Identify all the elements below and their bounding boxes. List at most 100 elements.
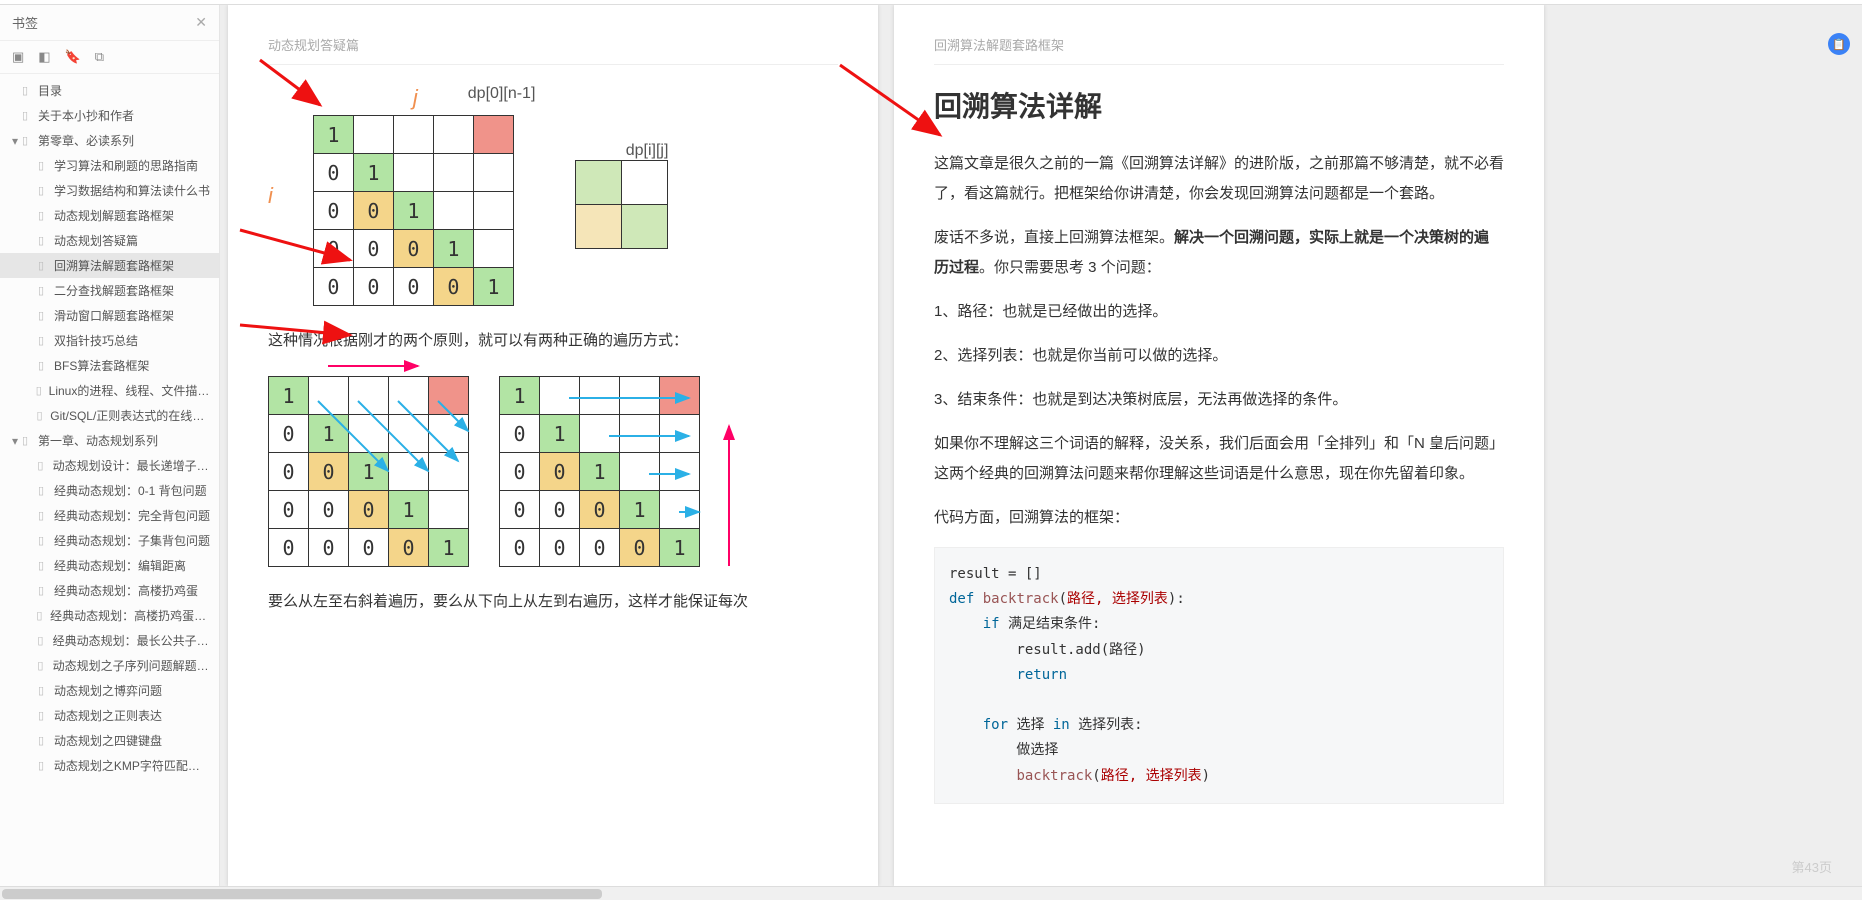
grid-2a: 101001000100001 [268, 376, 469, 567]
right-p2a: 废话不多说，直接上回溯算法框架。 [934, 229, 1174, 246]
i-axis-label: i [268, 183, 273, 209]
page-left: 动态规划答疑篇 i j dp[0][n-1] 101001000100001 d… [228, 5, 878, 886]
right-title: 回溯算法详解 [934, 85, 1504, 125]
scrollbar-thumb[interactable] [2, 889, 602, 899]
outline-item-label: 动态规划之四键键盘 [54, 732, 162, 749]
outline-item-label: 目录 [38, 82, 62, 99]
help-badge-icon[interactable]: 📋 [1828, 33, 1850, 55]
page-left-header: 动态规划答疑篇 [268, 35, 838, 65]
code-block: result = [] def backtrack(路径, 选择列表): if … [934, 547, 1504, 804]
outline-item-label: 第零章、必读系列 [38, 132, 134, 149]
bookmark-icon[interactable]: 🔖 [65, 49, 81, 65]
horizontal-scrollbar[interactable] [0, 886, 1862, 900]
outline-item[interactable]: ▯BFS算法套路框架 [0, 353, 219, 378]
main-grid-wrap: j dp[0][n-1] 101001000100001 [313, 85, 536, 306]
outline-item-label: 第一章、动态规划系列 [38, 432, 158, 449]
outline-item-label: 动态规划之子序列问题解题模板 [53, 657, 211, 674]
diagram-row-2: 101001000100001 101001000100001 [268, 376, 838, 567]
outline-item[interactable]: ▯动态规划之四键键盘 [0, 728, 219, 753]
close-icon[interactable]: ✕ [195, 14, 207, 31]
outline-item[interactable]: ▯动态规划之博弈问题 [0, 678, 219, 703]
outline-item-label: 经典动态规划：高楼扔鸡蛋（进阶） [50, 607, 211, 624]
right-p4: 代码方面，回溯算法的框架： [934, 503, 1504, 533]
outline-item[interactable]: ▯经典动态规划：编辑距离 [0, 553, 219, 578]
outline-item[interactable]: ▯关于本小抄和作者 [0, 103, 219, 128]
right-p2c: 。你只需要思考 3 个问题： [979, 259, 1161, 276]
outline-item-label: 二分查找解题套路框架 [54, 282, 174, 299]
right-p1: 这篇文章是很久之前的一篇《回溯算法详解》的进阶版，之前那篇不够清楚，就不必看了，… [934, 149, 1504, 209]
outline-item-label: 关于本小抄和作者 [38, 107, 134, 124]
sidebar-toolbar: ▣ ◧ 🔖 ⧉ [0, 41, 219, 74]
outline-item-label: 动态规划答疑篇 [54, 232, 138, 249]
outline-item[interactable]: ▯双指针技巧总结 [0, 328, 219, 353]
outline-item[interactable]: ▯Git/SQL/正则表达式的在线练习平台 [0, 403, 219, 428]
attach-icon[interactable]: ⧉ [95, 49, 104, 65]
outline-item[interactable]: ▯动态规划之子序列问题解题模板 [0, 653, 219, 678]
right-li2: 2、选择列表：也就是你当前可以做的选择。 [934, 341, 1504, 371]
outline-item[interactable]: ▯经典动态规划：高楼扔鸡蛋（进阶） [0, 603, 219, 628]
left-para-2: 要么从左至右斜着遍历，要么从下向上从左到右遍历，这样才能保证每次 [268, 587, 838, 617]
outline-item[interactable]: ▯动态规划之正则表达 [0, 703, 219, 728]
right-li3: 3、结束条件：也就是到达决策树底层，无法再做选择的条件。 [934, 385, 1504, 415]
outline-item-label: 经典动态规划：完全背包问题 [54, 507, 210, 524]
outline-item[interactable]: ▯动态规划解题套路框架 [0, 203, 219, 228]
outline-item-label: 经典动态规划：最长公共子序列 [53, 632, 211, 649]
sidebar-title: 书签 [12, 13, 38, 32]
outline-item[interactable]: ▯经典动态规划：0-1 背包问题 [0, 478, 219, 503]
page-right: 回溯算法解题套路框架 回溯算法详解 这篇文章是很久之前的一篇《回溯算法详解》的进… [894, 5, 1544, 886]
outline-item[interactable]: ▯回溯算法解题套路框架 [0, 253, 219, 278]
outline-item[interactable]: ▯经典动态规划：最长公共子序列 [0, 628, 219, 653]
right-li1: 1、路径：也就是已经做出的选择。 [934, 297, 1504, 327]
outline-icon[interactable]: ▣ [12, 49, 24, 65]
pages-viewport[interactable]: 动态规划答疑篇 i j dp[0][n-1] 101001000100001 d… [220, 5, 1862, 886]
outline-item[interactable]: ▯动态规划答疑篇 [0, 228, 219, 253]
grid2a-wrap: 101001000100001 [268, 376, 469, 567]
j-axis-label: j [413, 85, 418, 111]
outline-item-label: 动态规划解题套路框架 [54, 207, 174, 224]
outline-item[interactable]: ▯经典动态规划：子集背包问题 [0, 528, 219, 553]
right-p3: 如果你不理解这三个词语的解释，没关系，我们后面会用「全排列」和「N 皇后问题」这… [934, 429, 1504, 489]
outline-item-label: Linux的进程、线程、文件描述符是什… [49, 382, 211, 399]
outline-item-label: 动态规划设计：最长递增子序列 [53, 457, 211, 474]
page-number-button[interactable]: 第43页 [1792, 857, 1832, 876]
outline-item-label: 学习算法和刷题的思路指南 [54, 157, 198, 174]
sidebar-header: 书签 ✕ [0, 5, 219, 41]
outline-item-label: BFS算法套路框架 [54, 357, 149, 374]
outline-item-label: 滑动窗口解题套路框架 [54, 307, 174, 324]
grid-2b: 101001000100001 [499, 376, 700, 567]
diagram-row-1: i j dp[0][n-1] 101001000100001 dp[i][j] [268, 85, 838, 306]
thumbnail-icon[interactable]: ◧ [38, 49, 50, 65]
outline-item-label: 学习数据结构和算法读什么书 [54, 182, 210, 199]
page-right-header: 回溯算法解题套路框架 [934, 35, 1504, 65]
outline-item[interactable]: ▯Linux的进程、线程、文件描述符是什… [0, 378, 219, 403]
main-dp-grid: 101001000100001 [313, 115, 514, 306]
small-grid-wrap: dp[i][j] [575, 142, 668, 249]
grid2b-wrap: 101001000100001 [499, 376, 700, 567]
outline-item[interactable]: ▯经典动态规划：完全背包问题 [0, 503, 219, 528]
outline-item[interactable]: ▯动态规划设计：最长递增子序列 [0, 453, 219, 478]
outline-item[interactable]: ▯目录 [0, 78, 219, 103]
outline-item[interactable]: ▯学习数据结构和算法读什么书 [0, 178, 219, 203]
outline-item[interactable]: ▯滑动窗口解题套路框架 [0, 303, 219, 328]
outline-item-label: 经典动态规划：0-1 背包问题 [54, 482, 207, 499]
outline-item[interactable]: ▾▯第零章、必读系列 [0, 128, 219, 153]
outline-item-label: 双指针技巧总结 [54, 332, 138, 349]
outline-item[interactable]: ▯二分查找解题套路框架 [0, 278, 219, 303]
outline-item-label: 经典动态规划：子集背包问题 [54, 532, 210, 549]
outline-item[interactable]: ▯经典动态规划：高楼扔鸡蛋 [0, 578, 219, 603]
main-area: 书签 ✕ ▣ ◧ 🔖 ⧉ ▯目录▯关于本小抄和作者▾▯第零章、必读系列▯学习算法… [0, 5, 1862, 886]
dp-small-label: dp[i][j] [575, 142, 668, 160]
left-para-1: 这种情况根据刚才的两个原则，就可以有两种正确的遍历方式： [268, 326, 838, 356]
outline-item-label: Git/SQL/正则表达式的在线练习平台 [50, 407, 211, 424]
outline-item[interactable]: ▯学习算法和刷题的思路指南 [0, 153, 219, 178]
outline-item-label: 回溯算法解题套路框架 [54, 257, 174, 274]
small-dp-grid [575, 160, 668, 249]
outline-item[interactable]: ▾▯第一章、动态规划系列 [0, 428, 219, 453]
bookmarks-sidebar: 书签 ✕ ▣ ◧ 🔖 ⧉ ▯目录▯关于本小抄和作者▾▯第零章、必读系列▯学习算法… [0, 5, 220, 886]
outline-item-label: 动态规划之博弈问题 [54, 682, 162, 699]
outline-tree[interactable]: ▯目录▯关于本小抄和作者▾▯第零章、必读系列▯学习算法和刷题的思路指南▯学习数据… [0, 74, 219, 886]
right-p2: 废话不多说，直接上回溯算法框架。解决一个回溯问题，实际上就是一个决策树的遍历过程… [934, 223, 1504, 283]
outline-item-label: 经典动态规划：高楼扔鸡蛋 [54, 582, 198, 599]
outline-item-label: 动态规划之正则表达 [54, 707, 162, 724]
outline-item[interactable]: ▯动态规划之KMP字符匹配算法 [0, 753, 219, 778]
